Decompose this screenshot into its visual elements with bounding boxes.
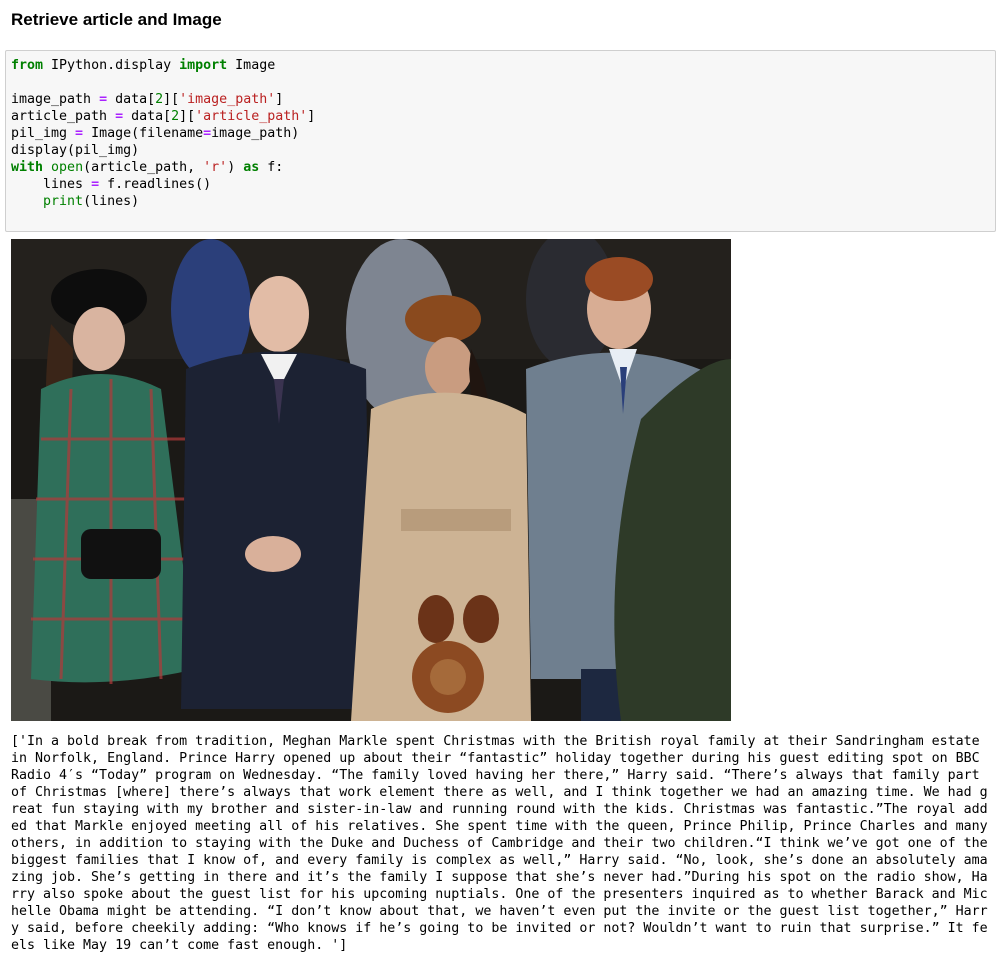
code-token: from [11,58,44,73]
code-token: pil_img [11,126,76,141]
code-token: = [115,109,124,124]
cell-heading: Retrieve article and Image [11,10,222,29]
code-token: Image(filename [83,126,204,141]
code-token: with [11,160,44,175]
code-token: display(pil_img) [11,143,140,158]
print-output: ['In a bold break from tradition, Meghan… [11,734,996,953]
code-editor[interactable]: from IPython.display import Image image_… [6,51,995,210]
code-line: print(lines) [11,193,995,210]
code-token: open [51,160,84,175]
code-token: lines [11,177,92,192]
code-line: with open(article_path, 'r') as f: [11,159,995,176]
code-line: lines = f.readlines() [11,176,995,193]
code-token: = [99,92,108,107]
code-line: image_path = data[2]['image_path'] [11,91,995,108]
code-token: import [179,58,228,73]
code-token: 'article_path' [195,109,308,124]
code-cell[interactable]: from IPython.display import Image image_… [5,50,996,232]
code-token: = [91,177,100,192]
code-token: 2 [155,92,164,107]
output-image [11,239,731,721]
code-token: 'r' [203,160,228,175]
code-token: data[ [123,109,172,124]
code-token: 'image_path' [179,92,276,107]
code-line: from IPython.display import Image [11,57,995,74]
code-token: IPython.display [43,58,180,73]
code-token: image_path) [211,126,300,141]
code-token: = [75,126,84,141]
code-token: ][ [163,92,180,107]
code-token: data[ [107,92,156,107]
photo-illustration [11,239,731,721]
code-token: article_path [11,109,116,124]
code-token: (article_path, [83,160,204,175]
code-token: f: [259,160,284,175]
code-token: ] [275,92,284,107]
code-token: image_path [11,92,100,107]
code-token: as [243,160,260,175]
code-token: Image [227,58,276,73]
code-token: (lines) [83,194,140,209]
code-token: print [43,194,84,209]
code-token: ][ [179,109,196,124]
code-token: ] [307,109,316,124]
code-line: pil_img = Image(filename=image_path) [11,125,995,142]
code-token: f.readlines() [99,177,212,192]
code-token: 2 [171,109,180,124]
code-line: display(pil_img) [11,142,995,159]
code-token: = [203,126,212,141]
code-token: ) [227,160,244,175]
code-line: article_path = data[2]['article_path'] [11,108,995,125]
